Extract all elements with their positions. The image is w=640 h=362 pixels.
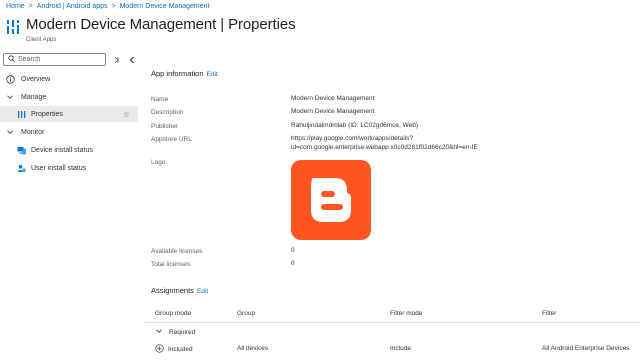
- sidebar-item-label: Device install status: [31, 146, 93, 154]
- sidebar-item-device-install-status[interactable]: Device install status: [0, 142, 138, 158]
- column-header-filter[interactable]: Filter: [542, 310, 556, 317]
- description-value: Modern Device Management: [291, 108, 375, 115]
- sidebar-item-label: Monitor: [21, 128, 45, 136]
- section-title: App information: [151, 69, 204, 78]
- sidebar-group-monitor[interactable]: Monitor: [0, 124, 138, 140]
- client-apps-icon: [6, 19, 20, 35]
- name-label: Name: [151, 96, 169, 103]
- sidebar-group-manage[interactable]: Manage: [0, 89, 138, 105]
- breadcrumb: Home > Android | Android apps > Modern D…: [6, 3, 209, 10]
- appstore-url-label: Appstore URL: [151, 136, 192, 143]
- group-cell: All devices: [237, 345, 269, 352]
- sidebar-item-user-install-status[interactable]: User install status: [0, 160, 138, 176]
- device-icon: [16, 145, 26, 155]
- page-title: Modern Device Management | Properties: [26, 16, 296, 33]
- available-licenses-label: Available licenses: [151, 248, 203, 255]
- blogger-logo-icon: [291, 160, 371, 240]
- breadcrumb-home[interactable]: Home: [6, 3, 25, 10]
- filter-cell: All Android Enterprise Devices: [542, 345, 630, 352]
- info-icon: [5, 74, 15, 84]
- chevron-down-icon: [5, 127, 15, 137]
- breadcrumb-separator: >: [111, 3, 116, 10]
- search-icon: [8, 55, 15, 64]
- group-label: Required: [169, 328, 196, 336]
- publisher-value: Rahuljindalmdmlab (ID: LC02gd6mce, Web): [291, 122, 419, 129]
- app-information-heading: App information Edit: [151, 69, 218, 78]
- total-licenses-value: 0: [291, 260, 295, 267]
- breadcrumb-app[interactable]: Modern Device Management: [120, 3, 210, 10]
- sidebar-item-label: Overview: [21, 75, 51, 83]
- description-label: Description: [151, 109, 184, 116]
- name-value: Modern Device Management: [291, 95, 375, 102]
- breadcrumb-separator: >: [28, 3, 33, 10]
- table-row: Included: [155, 344, 193, 355]
- user-icon: [16, 163, 26, 173]
- properties-icon: [16, 109, 26, 119]
- total-licenses-label: Total licenses: [151, 261, 191, 268]
- column-header-filter-mode[interactable]: Filter mode: [390, 310, 423, 317]
- assignments-heading: Assignments Edit: [151, 286, 208, 295]
- appstore-url-line2[interactable]: id=com.google.enterprise.webapp.x0c0d281…: [291, 143, 478, 153]
- available-licenses-value: 0: [291, 247, 295, 254]
- column-header-group-mode[interactable]: Group mode: [155, 310, 191, 317]
- sidebar-item-label: Properties: [31, 110, 63, 118]
- chevron-down-icon: [5, 92, 15, 102]
- sidebar-item-overview[interactable]: Overview: [0, 71, 138, 87]
- search-box[interactable]: [3, 53, 106, 66]
- section-title: Assignments: [151, 286, 194, 295]
- app-info-edit-link[interactable]: Edit: [207, 71, 218, 78]
- breadcrumb-android-apps[interactable]: Android | Android apps: [37, 3, 108, 10]
- sidebar-item-properties[interactable]: Properties ☆: [0, 106, 138, 122]
- required-group-toggle[interactable]: Required: [155, 327, 195, 337]
- expand-collapse-button[interactable]: [111, 54, 122, 65]
- group-mode-cell: Included: [168, 346, 193, 353]
- table-divider: [143, 322, 640, 323]
- search-input[interactable]: [18, 56, 98, 63]
- plus-circle-icon: [155, 344, 164, 355]
- favorite-star-icon[interactable]: ☆: [123, 110, 130, 119]
- assignments-edit-link[interactable]: Edit: [197, 288, 208, 295]
- collapse-sidebar-button[interactable]: [126, 54, 137, 65]
- filter-mode-cell: Include: [390, 345, 411, 352]
- logo-label: Logo: [151, 159, 166, 166]
- sidebar-item-label: User install status: [31, 164, 87, 172]
- publisher-label: Publisher: [151, 123, 179, 130]
- chevron-down-icon: [155, 327, 163, 337]
- sidebar-item-label: Manage: [21, 93, 47, 101]
- page-subtitle: Client Apps: [26, 37, 57, 43]
- column-header-group[interactable]: Group: [237, 310, 255, 317]
